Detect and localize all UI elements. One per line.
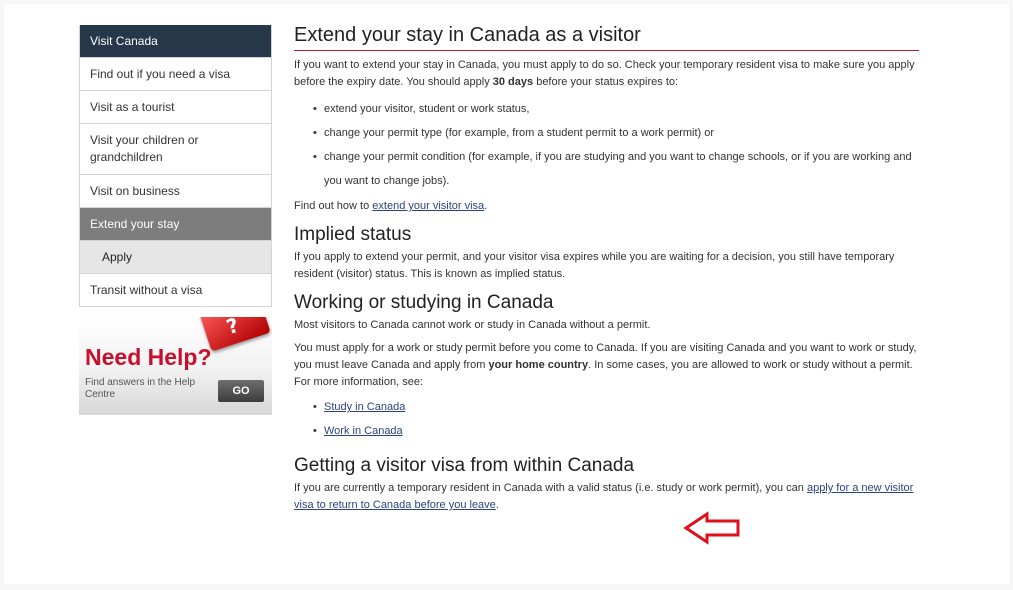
list-item: Study in Canada: [294, 395, 919, 419]
sidebar-menu: Visit Canada Find out if you need a visa…: [79, 25, 272, 307]
working-p1: Most visitors to Canada cannot work or s…: [294, 319, 651, 331]
page-title: Extend your stay in Canada as a visitor: [294, 24, 919, 51]
main-content: Extend your stay in Canada as a visitor …: [294, 24, 919, 514]
study-in-canada-link[interactable]: Study in Canada: [324, 401, 405, 413]
working-studying-heading: Working or studying in Canada: [294, 292, 554, 313]
working-links: Study in Canada Work in Canada: [294, 395, 919, 443]
intro-paragraph: If you want to extend your stay in Canad…: [294, 57, 919, 91]
visitor-visa-within-heading: Getting a visitor visa from within Canad…: [294, 455, 635, 476]
sidebar-item-apply[interactable]: Apply: [80, 240, 271, 273]
sidebar-item-children[interactable]: Visit your children or grandchildren: [80, 123, 271, 174]
implied-status-text: If you apply to extend your permit, and …: [294, 251, 895, 280]
help-subtitle: Find answers in the Help Centre: [85, 377, 196, 400]
intro-text-b: before your status expires to:: [533, 76, 679, 88]
sidebar-nav: Visit Canada Find out if you need a visa…: [79, 25, 272, 415]
sidebar-item-need-visa[interactable]: Find out if you need a visa: [80, 57, 271, 90]
list-item: change your permit condition (for exampl…: [294, 145, 919, 193]
sidebar-item-visit-canada[interactable]: Visit Canada: [80, 25, 271, 57]
left-arrow-icon: [683, 511, 740, 545]
find-out-end: .: [484, 200, 488, 212]
help-banner[interactable]: ? Need Help? Find answers in the Help Ce…: [79, 317, 272, 415]
extend-visitor-visa-link[interactable]: extend your visitor visa: [372, 200, 484, 212]
sidebar-item-business[interactable]: Visit on business: [80, 174, 271, 207]
sidebar-item-transit[interactable]: Transit without a visa: [80, 273, 271, 306]
status-bullets: extend your visitor, student or work sta…: [294, 97, 919, 193]
working-p2: You must apply for a work or study permi…: [294, 340, 919, 391]
find-out-paragraph: Find out how to extend your visitor visa…: [294, 198, 919, 215]
implied-status-heading: Implied status: [294, 224, 412, 245]
sidebar-item-extend-stay[interactable]: Extend your stay: [80, 207, 271, 240]
getting-text-a: If you are currently a temporary residen…: [294, 482, 807, 494]
working-p2-bold: your home country: [488, 359, 589, 371]
help-go-button[interactable]: GO: [218, 380, 264, 402]
work-in-canada-link[interactable]: Work in Canada: [324, 425, 403, 437]
visitor-visa-within-text: If you are currently a temporary residen…: [294, 480, 919, 514]
list-item: change your permit type (for example, fr…: [294, 121, 919, 145]
getting-text-b: .: [495, 499, 499, 511]
help-title: Need Help?: [85, 344, 212, 370]
sidebar-item-tourist[interactable]: Visit as a tourist: [80, 90, 271, 123]
list-item: extend your visitor, student or work sta…: [294, 97, 919, 121]
list-item: Work in Canada: [294, 419, 919, 443]
page: Visit Canada Find out if you need a visa…: [0, 0, 1013, 590]
find-out-text: Find out how to: [294, 200, 373, 212]
intro-bold: 30 days: [492, 76, 534, 88]
